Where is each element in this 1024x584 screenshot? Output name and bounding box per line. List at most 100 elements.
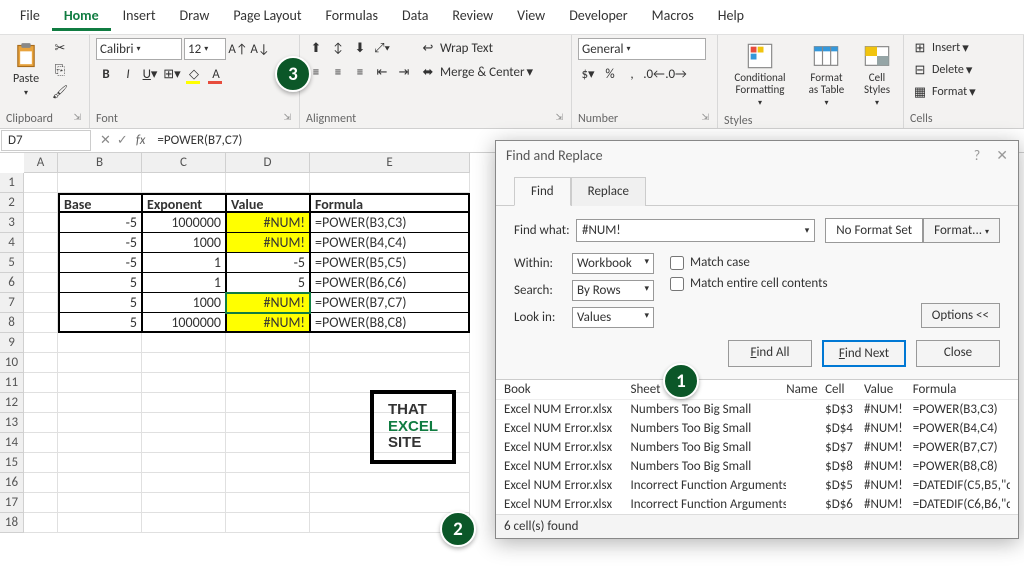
row-header-8[interactable]: 8 [0, 313, 24, 333]
format-button[interactable]: Format... ▾ [923, 218, 1000, 243]
cell-A18[interactable] [24, 513, 58, 533]
cell-A5[interactable] [24, 253, 58, 273]
cell-A3[interactable] [24, 213, 58, 233]
search-select[interactable]: By Rows▾ [572, 280, 654, 301]
name-box[interactable]: D7 [1, 130, 91, 151]
increase-indent-icon[interactable]: ⇥ [394, 62, 414, 82]
enter-formula-icon[interactable]: ✓ [117, 133, 128, 148]
clipboard-launcher[interactable]: ⇲ [71, 112, 83, 126]
menu-help[interactable]: Help [706, 3, 756, 31]
menu-file[interactable]: File [8, 3, 52, 31]
result-row[interactable]: Excel NUM Error.xlsxNumbers Too Big Smal… [496, 457, 1018, 476]
align-bottom-icon[interactable]: ⬇ [350, 38, 370, 58]
wrap-text-button[interactable]: ↩Wrap Text [418, 38, 533, 58]
cell-A16[interactable] [24, 473, 58, 493]
row-header-3[interactable]: 3 [0, 213, 24, 233]
insert-cells-button[interactable]: ⊞Insert ▾ [910, 38, 976, 58]
decrease-decimal-icon[interactable]: .0→ [666, 64, 686, 84]
conditional-formatting-button[interactable]: Conditional Formatting▾ [724, 38, 796, 112]
align-middle-icon[interactable]: ↕ [328, 38, 348, 58]
cell-C14[interactable] [142, 433, 226, 453]
menu-data[interactable]: Data [390, 3, 440, 31]
cell-A9[interactable] [24, 333, 58, 353]
cell-B15[interactable] [58, 453, 142, 473]
increase-font-icon[interactable]: A↑ [228, 39, 248, 59]
cell-C12[interactable] [142, 393, 226, 413]
cell-B10[interactable] [58, 353, 142, 373]
delete-cells-button[interactable]: ⊟Delete ▾ [910, 60, 976, 80]
cell-D4[interactable]: #NUM! [226, 233, 310, 253]
cell-B5[interactable]: -5 [58, 253, 142, 273]
cell-C7[interactable]: 1000 [142, 293, 226, 313]
row-header-12[interactable]: 12 [0, 393, 24, 413]
options-button[interactable]: Options << [921, 303, 1000, 328]
cell-C3[interactable]: 1000000 [142, 213, 226, 233]
align-top-icon[interactable]: ⬆ [306, 38, 326, 58]
col-header-C[interactable]: C [142, 153, 226, 173]
cell-C8[interactable]: 1000000 [142, 313, 226, 333]
cell-B14[interactable] [58, 433, 142, 453]
row-header-15[interactable]: 15 [0, 453, 24, 473]
close-button[interactable]: Close [916, 340, 1000, 367]
cell-E2[interactable]: Formula [310, 193, 470, 213]
cell-C16[interactable] [142, 473, 226, 493]
cell-D14[interactable] [226, 433, 310, 453]
row-header-14[interactable]: 14 [0, 433, 24, 453]
menu-macros[interactable]: Macros [640, 3, 706, 31]
cell-D8[interactable]: #NUM! [226, 313, 310, 333]
currency-icon[interactable]: $▾ [578, 64, 598, 84]
row-header-1[interactable]: 1 [0, 173, 24, 193]
cell-B11[interactable] [58, 373, 142, 393]
cell-D17[interactable] [226, 493, 310, 513]
cell-B8[interactable]: 5 [58, 313, 142, 333]
match-case-checkbox[interactable]: Match case [670, 255, 828, 270]
find-all-button[interactable]: Find All [728, 340, 812, 367]
decrease-font-icon[interactable]: A↓ [250, 39, 270, 59]
row-header-4[interactable]: 4 [0, 233, 24, 253]
number-launcher[interactable]: ⇲ [699, 112, 711, 126]
cell-D16[interactable] [226, 473, 310, 493]
cell-D1[interactable] [226, 173, 310, 193]
cell-A11[interactable] [24, 373, 58, 393]
cell-D9[interactable] [226, 333, 310, 353]
row-header-5[interactable]: 5 [0, 253, 24, 273]
cell-C10[interactable] [142, 353, 226, 373]
cell-C6[interactable]: 1 [142, 273, 226, 293]
cell-A13[interactable] [24, 413, 58, 433]
col-header-E[interactable]: E [310, 153, 470, 173]
cell-E3[interactable]: =POWER(B3,C3) [310, 213, 470, 233]
fill-color-button[interactable]: ◇ [184, 64, 204, 84]
cell-A15[interactable] [24, 453, 58, 473]
cell-D7[interactable]: #NUM! [226, 293, 310, 313]
menu-view[interactable]: View [505, 3, 557, 31]
cell-B16[interactable] [58, 473, 142, 493]
cell-E5[interactable]: =POWER(B5,C5) [310, 253, 470, 273]
alignment-launcher[interactable]: ⇲ [553, 112, 565, 126]
results-list[interactable]: BookSheetNameCellValueFormula Excel NUM … [496, 379, 1018, 514]
cell-D18[interactable] [226, 513, 310, 533]
merge-center-button[interactable]: ⬌Merge & Center▾ [418, 62, 533, 82]
format-cells-button[interactable]: ▦Format ▾ [910, 82, 976, 102]
result-row[interactable]: Excel NUM Error.xlsxIncorrect Function A… [496, 495, 1018, 514]
align-right-icon[interactable]: ≡ [350, 62, 370, 82]
cell-D3[interactable]: #NUM! [226, 213, 310, 233]
font-name-select[interactable]: Calibri▾ [96, 38, 182, 60]
italic-button[interactable]: I [118, 64, 138, 84]
result-row[interactable]: Excel NUM Error.xlsxNumbers Too Big Smal… [496, 419, 1018, 438]
row-header-2[interactable]: 2 [0, 193, 24, 213]
copy-button[interactable]: ⎘ [50, 60, 70, 80]
row-header-10[interactable]: 10 [0, 353, 24, 373]
find-next-button[interactable]: Find Next [822, 340, 906, 367]
row-header-6[interactable]: 6 [0, 273, 24, 293]
cell-D15[interactable] [226, 453, 310, 473]
cell-E17[interactable] [310, 493, 470, 513]
menu-review[interactable]: Review [440, 3, 505, 31]
result-row[interactable]: Excel NUM Error.xlsxNumbers Too Big Smal… [496, 438, 1018, 457]
cell-A14[interactable] [24, 433, 58, 453]
lookin-select[interactable]: Values▾ [572, 307, 654, 328]
paste-button[interactable]: Paste▾ [6, 38, 46, 102]
match-entire-checkbox[interactable]: Match entire cell contents [670, 276, 828, 291]
dialog-close-icon[interactable]: ✕ [996, 147, 1008, 164]
cell-E7[interactable]: =POWER(B7,C7) [310, 293, 470, 313]
cell-A8[interactable] [24, 313, 58, 333]
